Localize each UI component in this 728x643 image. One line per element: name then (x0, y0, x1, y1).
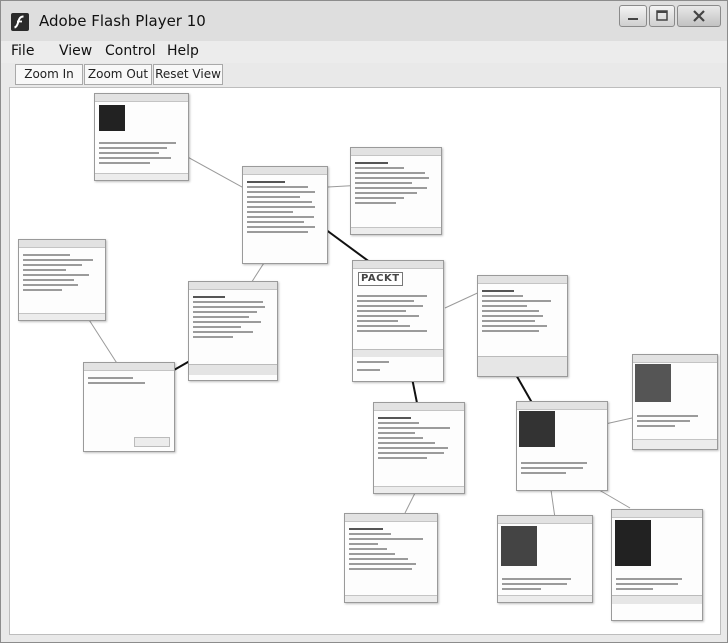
zoom-in-button[interactable]: Zoom In (15, 64, 83, 85)
menu-bar: File View Control Help (1, 41, 727, 63)
node-thumbnail (635, 364, 671, 402)
close-icon (693, 10, 705, 22)
graph-node-packt[interactable]: PACKT (352, 260, 444, 382)
graph-node[interactable] (373, 402, 465, 494)
node-thumbnail (519, 411, 555, 447)
minimize-icon (628, 18, 638, 20)
title-bar[interactable]: Adobe Flash Player 10 (1, 1, 727, 41)
graph-node[interactable] (188, 281, 278, 381)
graph-node[interactable] (344, 513, 438, 603)
menu-file[interactable]: File (11, 43, 34, 59)
graph-node[interactable] (632, 354, 718, 450)
graph-node[interactable] (83, 362, 175, 452)
node-thumbnail (99, 105, 125, 131)
node-thumbnail (501, 526, 537, 566)
graph-node[interactable] (94, 93, 189, 181)
menu-view[interactable]: View (59, 43, 92, 59)
close-button[interactable] (677, 5, 721, 27)
node-thumbnail (615, 520, 651, 566)
toolbar: Zoom In Zoom Out Reset View (1, 64, 727, 86)
graph-node[interactable] (18, 239, 106, 321)
window-controls (619, 5, 721, 29)
window-title: Adobe Flash Player 10 (39, 12, 206, 30)
menu-control[interactable]: Control (105, 43, 156, 59)
maximize-button[interactable] (649, 5, 675, 27)
graph-canvas[interactable]: PACKT (9, 87, 721, 635)
maximize-icon (656, 10, 668, 21)
graph-node[interactable] (497, 515, 593, 603)
flash-app-icon (11, 13, 29, 31)
graph-node[interactable] (477, 275, 568, 377)
graph-node[interactable] (242, 166, 328, 264)
packt-logo: PACKT (358, 272, 403, 286)
minimize-button[interactable] (619, 5, 647, 27)
reset-view-button[interactable]: Reset View (153, 64, 223, 85)
graph-node[interactable] (611, 509, 703, 621)
zoom-out-button[interactable]: Zoom Out (84, 64, 152, 85)
graph-node[interactable] (516, 401, 608, 491)
flash-player-window: Adobe Flash Player 10 File View Control … (0, 0, 728, 643)
menu-help[interactable]: Help (167, 43, 199, 59)
graph-node[interactable] (350, 147, 442, 235)
